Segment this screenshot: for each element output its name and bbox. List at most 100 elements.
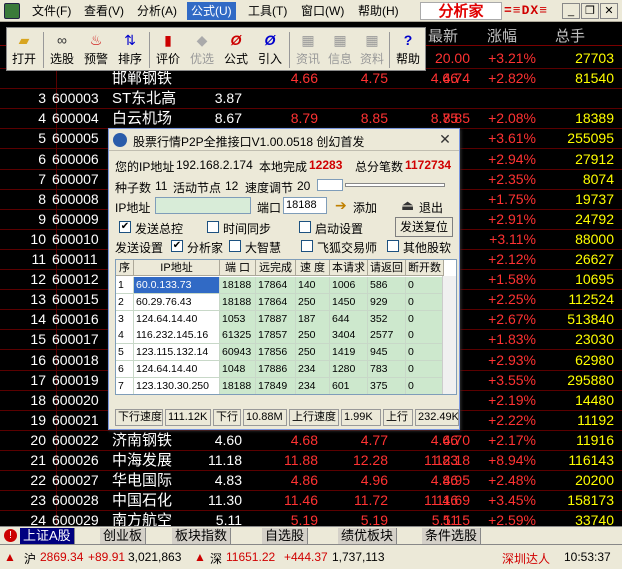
select-stock-button[interactable]: ∞ 选股 xyxy=(47,30,77,70)
close-button[interactable]: ✕ xyxy=(600,3,618,19)
dialog-titlebar[interactable]: 股票行情P2P全推接口V1.00.0518 创幻首发 ✕ xyxy=(109,129,459,151)
startup-checkbox[interactable] xyxy=(299,221,311,233)
cell-idx: 3 xyxy=(38,90,46,107)
cell-code: 600022 xyxy=(52,431,99,448)
col-ret[interactable]: 请返回 xyxy=(368,260,406,276)
table-row[interactable]: 22 600027 华电国际 4.83 4.86 4.96 4.86 4.95 +2.48% 20… xyxy=(0,470,622,492)
dzh-checkbox[interactable] xyxy=(229,240,241,252)
cell-f: 295880 xyxy=(567,371,614,388)
news-button[interactable]: ▦ 资讯 xyxy=(293,30,323,70)
table-row[interactable]: 4 600004 白云机场 8.67 8.79 8.85 8.75 8.85 +2.08% 183… xyxy=(0,108,622,130)
sz-index: 11651.22 xyxy=(226,550,276,564)
cell-code: 600026 xyxy=(52,452,99,468)
table-row[interactable]: 4 116.232.145.16 61325 17857 250 3404 2577 0 xyxy=(116,327,444,345)
table-row[interactable]: 7 123.130.30.250 18188 17849 234 601 375 0 xyxy=(116,377,444,394)
app-icon[interactable] xyxy=(4,3,20,19)
col-seq[interactable]: 序 xyxy=(116,260,134,276)
rate-button[interactable]: ▮ 评价 xyxy=(153,30,183,70)
menu-view[interactable]: 查看(V) xyxy=(80,2,128,20)
ip-input[interactable] xyxy=(155,197,251,214)
optimize-button[interactable]: ◆ 优选 xyxy=(187,30,217,70)
cell-code: 600005 xyxy=(52,130,99,147)
info-button[interactable]: ▦ 信息 xyxy=(325,30,355,70)
cell-f: 11916 xyxy=(576,431,614,448)
dialog-close-icon[interactable]: ✕ xyxy=(435,131,455,148)
table-row[interactable]: 23 600028 中国石化 11.30 11.46 11.72 11.46 11.69 +3.… xyxy=(0,490,622,512)
formula-toolbar: ▰ 打开 ∞ 选股 ♨ 预警 ⇅ 排序 ▮ 评价 ◆ 优选 Ø 公式 Ø 引入 ▦ 资讯 ▦ 信息 … xyxy=(6,27,426,71)
cell-f: 112524 xyxy=(568,291,614,308)
tab-watchlist[interactable]: 自选股 xyxy=(262,528,309,544)
send-total-checkbox[interactable]: ✔ xyxy=(119,221,131,233)
exit-button[interactable]: 退出 xyxy=(419,199,443,216)
port-label: 端口 xyxy=(257,201,282,215)
header-change[interactable]: 涨幅 xyxy=(487,25,517,46)
table-row[interactable]: 24 600029 南方航空 5.11 5.19 5.19 5.11 5.15 +2.59% 33… xyxy=(0,510,622,526)
cell-e: +1.75% xyxy=(488,190,536,207)
tab-condition[interactable]: 条件选股 xyxy=(422,528,482,544)
header-hands[interactable]: 总手 xyxy=(555,25,585,46)
table-row[interactable]: 1 60.0.133.73 18188 17864 140 1006 586 0 xyxy=(116,277,444,294)
table-row[interactable]: 3 124.64.14.40 1053 17887 187 644 352 0 xyxy=(116,310,444,328)
cell-b: 11.72 xyxy=(354,492,388,509)
speed-slider-left[interactable] xyxy=(317,179,343,191)
cell-code: 600029 xyxy=(52,512,99,526)
time-sync-checkbox[interactable] xyxy=(207,221,219,233)
cell-f: 158173 xyxy=(567,492,614,509)
table-row[interactable]: 6 124.64.14.40 1048 17886 234 1280 783 0 xyxy=(116,361,444,378)
send-reset-button[interactable]: 发送复位 xyxy=(395,217,453,237)
col-speed[interactable]: 速 度 xyxy=(296,260,330,276)
table-row[interactable]: 3 600003 ST东北高 3.87 xyxy=(0,88,622,110)
cell-f: 88000 xyxy=(575,230,614,247)
menu-analysis[interactable]: 分析(A) xyxy=(133,2,181,20)
col-req[interactable]: 本请求 xyxy=(330,260,368,276)
status-bar: ▲ 沪 2869.34 +89.91 3,021,863 ▲ 深 11651.2… xyxy=(0,544,622,569)
table-cell: 5 xyxy=(116,344,134,362)
table-cell: 234 xyxy=(296,377,330,394)
menu-tools[interactable]: 工具(T) xyxy=(244,2,291,20)
formula-button[interactable]: Ø 公式 xyxy=(221,30,251,70)
table-row[interactable]: 21 600026 中海发展 11.18 11.88 12.28 11.83 12.18 +8.… xyxy=(0,450,622,471)
analyst-checkbox[interactable]: ✔ xyxy=(171,240,183,252)
col-ip[interactable]: IP地址 xyxy=(134,260,220,276)
tab-gem[interactable]: 创业板 xyxy=(100,528,147,544)
menu-help[interactable]: 帮助(H) xyxy=(354,2,403,20)
menu-file[interactable]: 文件(F) xyxy=(28,2,75,20)
other-checkbox[interactable] xyxy=(387,240,399,252)
up-speed-value: 111.12K xyxy=(165,409,211,426)
col-port[interactable]: 端 口 xyxy=(220,260,256,276)
col-disc[interactable]: 断开数 xyxy=(406,260,444,276)
import-button[interactable]: Ø 引入 xyxy=(255,30,285,70)
tab-sector-index[interactable]: 板块指数 xyxy=(172,528,232,544)
header-last[interactable]: 最新 xyxy=(428,25,458,46)
speed-slider[interactable] xyxy=(345,183,445,187)
cell-f: 24792 xyxy=(575,210,614,227)
cell-d: 12.18 xyxy=(434,452,470,468)
table-row[interactable]: 20 600022 济南钢铁 4.60 4.68 4.77 4.66 4.70 +2.17% 11… xyxy=(0,430,622,451)
menu-window[interactable]: 窗口(W) xyxy=(297,2,348,20)
cell-idx: 20 xyxy=(30,431,46,448)
tab-blue-chip[interactable]: 绩优板块 xyxy=(338,528,398,544)
table-row[interactable]: 邯郸钢铁 4.66 4.75 4.66 4.74 +2.82% 81540 xyxy=(0,68,622,90)
data-button[interactable]: ▦ 资料 xyxy=(357,30,387,70)
alert-button[interactable]: ♨ 预警 xyxy=(81,30,111,70)
table-row[interactable]: 5 123.115.132.14 60943 17856 250 1419 945 0 xyxy=(116,344,444,362)
menu-formula[interactable]: 公式(U) xyxy=(187,2,236,20)
dialog-title: 股票行情P2P全推接口V1.00.0518 创幻首发 xyxy=(133,135,365,149)
table-scrollbar[interactable] xyxy=(442,276,456,394)
cell-idx: 19 xyxy=(30,411,46,428)
tab-sh-a[interactable]: 上证A股 xyxy=(20,528,75,544)
col-remote[interactable]: 远完成 xyxy=(256,260,296,276)
open-button[interactable]: ▰ 打开 xyxy=(9,30,39,70)
info-icon[interactable]: ! xyxy=(4,529,17,542)
cell-idx: 13 xyxy=(30,291,46,308)
add-button[interactable]: 添加 xyxy=(353,199,377,216)
minimize-button[interactable]: _ xyxy=(562,3,580,19)
table-cell: 3404 xyxy=(330,327,368,345)
restore-button[interactable]: ❐ xyxy=(581,3,599,19)
help-button[interactable]: ? 帮助 xyxy=(393,30,423,70)
fh-checkbox[interactable] xyxy=(301,240,313,252)
port-input[interactable]: 18188 xyxy=(283,197,327,214)
table-cell: 18188 xyxy=(220,377,256,394)
sort-button[interactable]: ⇅ 排序 xyxy=(115,30,145,70)
table-row[interactable]: 2 60.29.76.43 18188 17864 250 1450 929 0 xyxy=(116,293,444,311)
